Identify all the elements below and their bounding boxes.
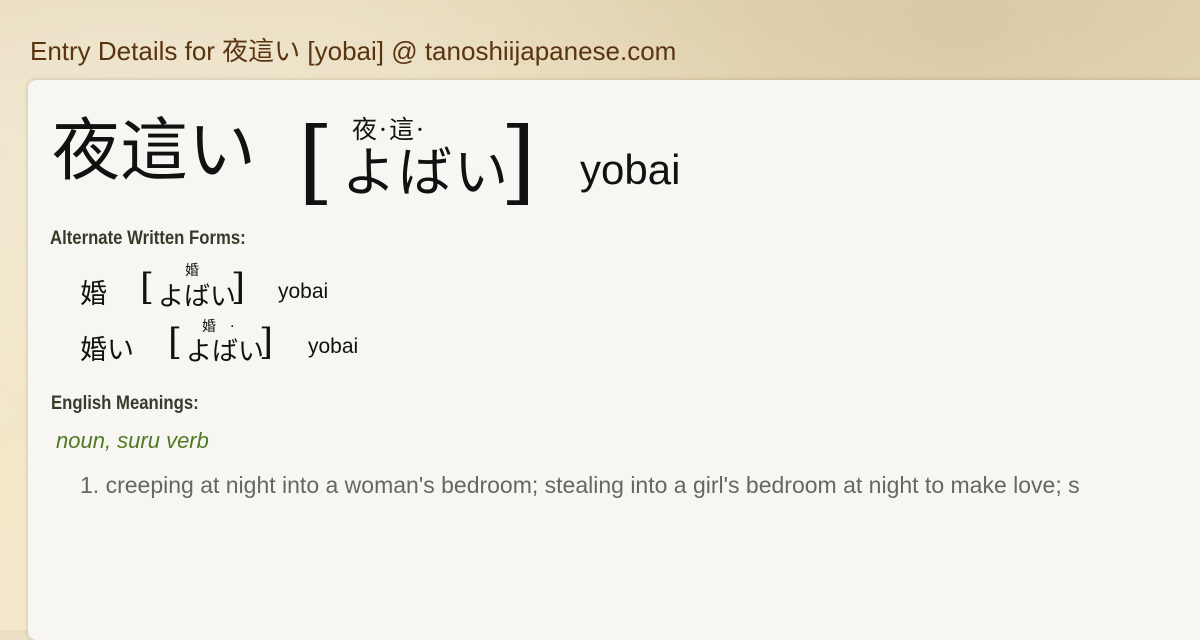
alternate-form-kanji: 婚い	[80, 335, 134, 366]
part-of-speech: noun, suru verb	[56, 428, 209, 453]
page-title: Entry Details for 夜這い [yobai] @ tanoshii…	[30, 36, 677, 66]
alternate-form-romaji: yobai	[308, 335, 359, 358]
alternate-form-kanji: 婚	[80, 279, 107, 310]
headword-kanji: 夜這い	[52, 112, 257, 191]
alternate-bracket-close: ]	[259, 322, 274, 363]
headword-kana: よばい	[342, 141, 510, 204]
alternate-form-kana: よばい	[186, 337, 265, 367]
headword-romaji: yobai	[580, 146, 681, 193]
alternate-forms-label: Alternate Written Forms:	[50, 228, 246, 249]
meaning-item: 1. creeping at night into a woman's bedr…	[80, 472, 1080, 498]
alternate-form-romaji: yobai	[278, 280, 329, 303]
reading-bracket-close: ]	[500, 108, 536, 215]
alternate-bracket-open: [	[168, 322, 183, 363]
alternate-bracket-close: ]	[231, 267, 246, 308]
alternate-bracket-open: [	[140, 267, 155, 308]
entry-card: 夜這い [ 夜·這· よばい ] yobai Alternate Written…	[28, 80, 1200, 640]
reading-bracket-open: [	[298, 108, 334, 215]
alternate-form-kana: よばい	[158, 282, 237, 312]
english-meanings-label: English Meanings:	[51, 393, 199, 414]
